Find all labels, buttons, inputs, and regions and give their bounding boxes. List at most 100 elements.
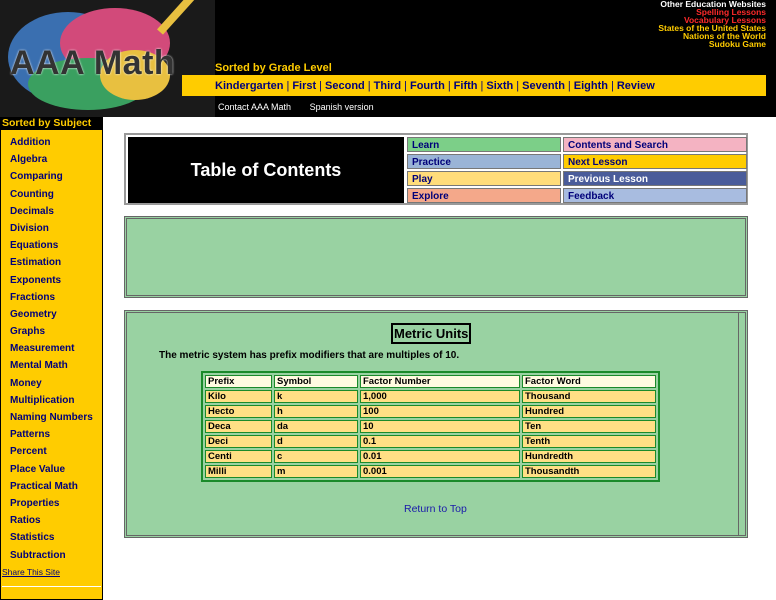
contact-link[interactable]: Contact AAA Math bbox=[218, 102, 291, 112]
sidebar-item-multiplication[interactable]: Multiplication bbox=[1, 392, 102, 409]
sidebar-item-properties[interactable]: Properties bbox=[1, 495, 102, 512]
table-row: Kilo k 1,000 Thousand bbox=[205, 390, 656, 403]
sidebar-item-money[interactable]: Money bbox=[1, 375, 102, 392]
sidebar-item-equations[interactable]: Equations bbox=[1, 237, 102, 254]
grade-level-heading: Sorted by Grade Level bbox=[215, 62, 332, 74]
sidebar-item-mental-math[interactable]: Mental Math bbox=[1, 357, 102, 374]
grade-kindergarten[interactable]: Kindergarten bbox=[215, 80, 283, 92]
toc-next-lesson-button[interactable]: Next Lesson bbox=[563, 154, 747, 169]
cell-symbol: h bbox=[274, 405, 358, 418]
table-row: Milli m 0.001 Thousandth bbox=[205, 465, 656, 478]
cell-factor-word: Thousandth bbox=[522, 465, 656, 478]
table-row: Hecto h 100 Hundred bbox=[205, 405, 656, 418]
toc-previous-lesson-button[interactable]: Previous Lesson bbox=[563, 171, 747, 186]
cell-factor-word: Tenth bbox=[522, 435, 656, 448]
cell-symbol: k bbox=[274, 390, 358, 403]
sidebar-item-place-value[interactable]: Place Value bbox=[1, 461, 102, 478]
sidebar-item-naming-numbers[interactable]: Naming Numbers bbox=[1, 409, 102, 426]
sidebar-item-counting[interactable]: Counting bbox=[1, 186, 102, 203]
sidebar-divider bbox=[2, 586, 101, 587]
table-header-row: Prefix Symbol Factor Number Factor Word bbox=[205, 375, 656, 388]
cell-symbol: c bbox=[274, 450, 358, 463]
sidebar-item-geometry[interactable]: Geometry bbox=[1, 306, 102, 323]
cell-prefix: Milli bbox=[205, 465, 272, 478]
grade-third[interactable]: Third bbox=[374, 80, 402, 92]
grade-nav: Kindergarten | First | Second | Third | Four… bbox=[182, 75, 766, 96]
sidebar-item-measurement[interactable]: Measurement bbox=[1, 340, 102, 357]
site-logo[interactable]: AAA Math bbox=[0, 0, 215, 117]
col-header-factor-number: Factor Number bbox=[360, 375, 520, 388]
lesson-title: Metric Units bbox=[391, 323, 472, 344]
content-scroll-rail bbox=[738, 313, 739, 535]
table-of-contents: Table of Contents Learn Practice Play Ex… bbox=[124, 133, 748, 205]
return-to-top-link[interactable]: Return to Top bbox=[404, 503, 467, 515]
logo-text: AAA Math bbox=[10, 44, 176, 82]
link-sudoku[interactable]: Sudoku Game bbox=[658, 40, 766, 49]
cell-prefix: Centi bbox=[205, 450, 272, 463]
spanish-version-link[interactable]: Spanish version bbox=[310, 102, 374, 112]
grade-first[interactable]: First bbox=[292, 80, 316, 92]
toc-contents-search-button[interactable]: Contents and Search bbox=[563, 137, 747, 152]
toc-feedback-button[interactable]: Feedback bbox=[563, 188, 747, 203]
other-sites-links: Other Education Websites Spelling Lesson… bbox=[658, 0, 766, 48]
cell-factor-number: 1,000 bbox=[360, 390, 520, 403]
cell-factor-word: Hundredth bbox=[522, 450, 656, 463]
pencil-icon bbox=[157, 0, 204, 35]
metric-prefix-table: Prefix Symbol Factor Number Factor Word … bbox=[201, 371, 660, 482]
cell-factor-word: Ten bbox=[522, 420, 656, 433]
toc-title: Table of Contents bbox=[128, 137, 404, 203]
cell-factor-number: 0.001 bbox=[360, 465, 520, 478]
cell-factor-number: 100 bbox=[360, 405, 520, 418]
sidebar-item-practical-math[interactable]: Practical Math bbox=[1, 478, 102, 495]
site-header: AAA Math Other Education Websites Spelli… bbox=[0, 0, 776, 117]
toc-explore-button[interactable]: Explore bbox=[407, 188, 561, 203]
grade-fourth[interactable]: Fourth bbox=[410, 80, 445, 92]
sidebar-item-percent[interactable]: Percent bbox=[1, 443, 102, 460]
contact-row: Contact AAA Math Spanish version bbox=[218, 102, 390, 112]
cell-prefix: Hecto bbox=[205, 405, 272, 418]
subject-sidebar: Addition Algebra Comparing Counting Deci… bbox=[0, 130, 103, 600]
table-row: Centi c 0.01 Hundredth bbox=[205, 450, 656, 463]
col-header-symbol: Symbol bbox=[274, 375, 358, 388]
sidebar-item-estimation[interactable]: Estimation bbox=[1, 254, 102, 271]
cell-factor-number: 0.01 bbox=[360, 450, 520, 463]
sidebar-item-algebra[interactable]: Algebra bbox=[1, 151, 102, 168]
ad-placeholder bbox=[124, 216, 748, 298]
cell-symbol: d bbox=[274, 435, 358, 448]
table-row: Deca da 10 Ten bbox=[205, 420, 656, 433]
sidebar-item-comparing[interactable]: Comparing bbox=[1, 168, 102, 185]
sidebar-item-statistics[interactable]: Statistics bbox=[1, 529, 102, 546]
cell-factor-word: Thousand bbox=[522, 390, 656, 403]
subject-heading: Sorted by Subject bbox=[0, 117, 103, 130]
grade-sixth[interactable]: Sixth bbox=[486, 80, 513, 92]
cell-factor-number: 10 bbox=[360, 420, 520, 433]
sidebar-item-graphs[interactable]: Graphs bbox=[1, 323, 102, 340]
grade-second[interactable]: Second bbox=[325, 80, 365, 92]
sidebar-item-subtraction[interactable]: Subtraction bbox=[1, 547, 102, 564]
sidebar-item-fractions[interactable]: Fractions bbox=[1, 289, 102, 306]
cell-symbol: m bbox=[274, 465, 358, 478]
table-row: Deci d 0.1 Tenth bbox=[205, 435, 656, 448]
cell-prefix: Deca bbox=[205, 420, 272, 433]
toc-play-button[interactable]: Play bbox=[407, 171, 561, 186]
sidebar-item-addition[interactable]: Addition bbox=[1, 134, 102, 151]
sidebar-item-division[interactable]: Division bbox=[1, 220, 102, 237]
cell-factor-word: Hundred bbox=[522, 405, 656, 418]
lesson-intro: The metric system has prefix modifiers t… bbox=[159, 350, 460, 361]
sidebar-item-decimals[interactable]: Decimals bbox=[1, 203, 102, 220]
lesson-content: Metric Units The metric system has prefi… bbox=[124, 310, 748, 538]
grade-eighth[interactable]: Eighth bbox=[574, 80, 608, 92]
sidebar-item-ratios[interactable]: Ratios bbox=[1, 512, 102, 529]
toc-learn-button[interactable]: Learn bbox=[407, 137, 561, 152]
col-header-factor-word: Factor Word bbox=[522, 375, 656, 388]
sidebar-item-exponents[interactable]: Exponents bbox=[1, 272, 102, 289]
col-header-prefix: Prefix bbox=[205, 375, 272, 388]
grade-review[interactable]: Review bbox=[617, 80, 655, 92]
toc-practice-button[interactable]: Practice bbox=[407, 154, 561, 169]
share-site-link[interactable]: Share This Site bbox=[2, 567, 60, 577]
cell-prefix: Deci bbox=[205, 435, 272, 448]
cell-factor-number: 0.1 bbox=[360, 435, 520, 448]
grade-fifth[interactable]: Fifth bbox=[454, 80, 478, 92]
sidebar-item-patterns[interactable]: Patterns bbox=[1, 426, 102, 443]
grade-seventh[interactable]: Seventh bbox=[522, 80, 565, 92]
